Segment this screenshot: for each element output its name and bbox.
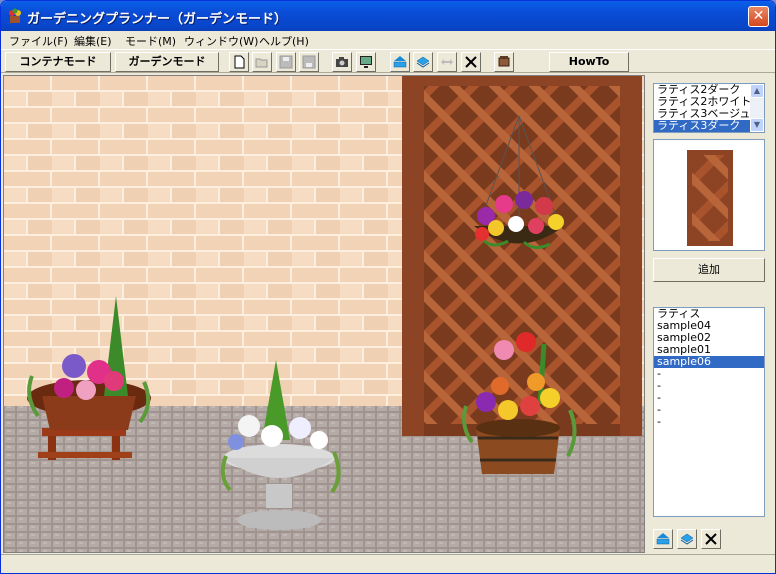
window-title: ガーデニングプランナー（ガーデンモード） [27,12,288,27]
list-item[interactable]: - [654,416,764,428]
menu-edit[interactable]: 編集(E) [74,33,112,49]
layer-delete-button[interactable] [701,529,721,549]
layer-down-button[interactable] [677,529,697,549]
layer-up-button[interactable] [653,529,673,549]
add-button[interactable]: 追加 [653,258,765,282]
menu-file[interactable]: ファイル(F) [9,33,68,49]
list-item[interactable]: - [654,368,764,380]
layer-up-icon [393,56,407,68]
open-file-button[interactable] [252,52,272,72]
new-file-button[interactable] [229,52,249,72]
title-bar[interactable]: ガーデニングプランナー（ガーデンモード） ✕ [1,1,775,31]
list-item-selected[interactable]: sample06 [654,356,764,368]
menu-help[interactable]: ヘルプ(H) [259,33,309,49]
parts-scrollbar[interactable]: ▲ ▼ [750,84,764,132]
menu-bar: ファイル(F) 編集(E) モード(M) ウィンドウ(W) ヘルプ(H) [1,31,775,49]
camera-icon [336,57,348,67]
toolbar: コンテナモード ガーデンモード HowTo [1,49,775,73]
monitor-button[interactable] [356,52,376,72]
lattice-panel[interactable] [402,76,642,436]
save-as-button[interactable] [276,52,296,72]
garden-mode-button[interactable]: ガーデンモード [115,52,219,72]
delete-button[interactable] [461,52,481,72]
flip-button[interactable] [437,52,457,72]
camera-button[interactable] [332,52,352,72]
open-folder-icon [255,58,268,68]
delete-x-icon [465,56,477,68]
howto-button[interactable]: HowTo [549,52,629,72]
save-button[interactable] [299,52,319,72]
flip-horizontal-icon [441,59,453,65]
menu-window[interactable]: ウィンドウ(W) [184,33,258,49]
part-preview [653,139,765,251]
monitor-icon [360,56,372,68]
parts-listbox[interactable]: ラティス2ダーク ラティス2ホワイト ラティス3ベージュ ラティス3ダーク ▲ … [653,83,765,133]
list-item[interactable]: - [654,380,764,392]
layer-up-icon [656,533,670,545]
status-bar [1,554,775,573]
garden-scene [4,76,644,552]
garden-canvas[interactable] [3,75,645,553]
list-item[interactable]: - [654,404,764,416]
app-window: ガーデニングプランナー（ガーデンモード） ✕ ファイル(F) 編集(E) モード… [0,0,776,574]
new-file-icon [234,55,245,69]
delete-x-icon [705,533,717,545]
list-item[interactable]: - [654,392,764,404]
container-mode-button[interactable]: コンテナモード [5,52,111,72]
layer-down-icon [680,533,694,545]
lattice-preview-icon [687,150,733,246]
scroll-up-icon[interactable]: ▲ [750,84,764,98]
layer-listbox[interactable]: ラティス sample04 sample02 sample01 sample06… [653,307,765,517]
list-item-selected[interactable]: ラティス3ダーク [654,120,764,132]
pot-button[interactable] [494,52,514,72]
send-back-button[interactable] [413,52,433,72]
layer-down-icon [416,56,430,68]
save-icon [302,55,316,69]
right-panel: ラティス2ダーク ラティス2ホワイト ラティス3ベージュ ラティス3ダーク ▲ … [647,75,775,553]
scroll-down-icon[interactable]: ▼ [750,118,764,132]
close-button[interactable]: ✕ [748,6,769,27]
pot-icon [498,56,510,67]
menu-mode[interactable]: モード(M) [125,33,176,49]
app-icon [9,8,21,23]
save-as-icon [279,55,293,69]
bring-front-button[interactable] [390,52,410,72]
